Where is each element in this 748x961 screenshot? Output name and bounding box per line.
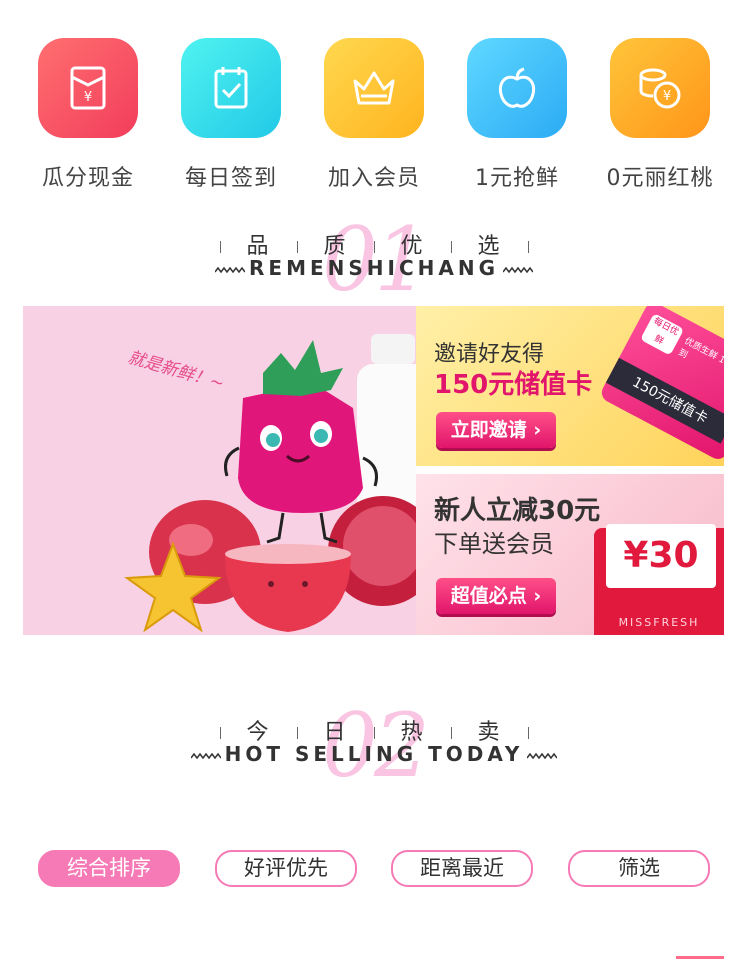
crown-icon	[324, 38, 424, 138]
quick-link-checkin[interactable]: 每日签到	[171, 38, 291, 198]
section-subtitle: HOT SELLING TODAY	[0, 742, 748, 766]
section-header-hot: 02 今 日 热 卖 HOT SELLING TODAY	[0, 694, 748, 797]
section-subtitle: REMENSHICHANG	[0, 256, 748, 280]
quick-link-cash[interactable]: ¥ 瓜分现金	[28, 38, 148, 198]
coupon-value: ¥30	[606, 524, 716, 588]
section-header-quality: 01 品 质 优 选 REMENSHICHANG	[0, 208, 748, 311]
banner-new-user[interactable]: 新人立减30元 下单送会员 超值必点 › ¥30 MISSFRESH	[416, 474, 724, 635]
coin-stack-icon: ¥	[610, 38, 710, 138]
quick-link-fresh[interactable]: 1元抢鲜	[457, 38, 577, 198]
tab-indicator	[676, 956, 724, 959]
banner-invite-friends[interactable]: 邀请好友得 150元储值卡 立即邀请 › 每日优鲜 优质生鲜 1小时到 150元…	[416, 306, 724, 466]
quick-link-member[interactable]: 加入会员	[314, 38, 434, 198]
stored-value-card: 每日优鲜 优质生鲜 1小时到 150元储值卡	[598, 306, 724, 463]
sort-distance-button[interactable]: 距离最近	[391, 850, 533, 887]
section-subtitle-text: HOT SELLING TODAY	[224, 742, 524, 766]
quick-link-label: 加入会员	[327, 166, 420, 191]
invite-now-button[interactable]: 立即邀请 ›	[436, 412, 556, 448]
promo-banner: 就是新鲜！~ 邀请好友得 150元储值卡 立即邀请 › 每日优鲜 优质生鲜 1小…	[23, 306, 724, 635]
zigzag-divider-icon	[215, 266, 245, 273]
coupon-envelope: ¥30 MISSFRESH	[594, 524, 724, 635]
best-deal-button-label: 超值必点	[450, 585, 527, 607]
best-deal-button[interactable]: 超值必点 ›	[436, 578, 556, 614]
sort-filter-bar: 综合排序 好评优先 距离最近 筛选	[0, 850, 748, 890]
section-subtitle-text: REMENSHICHANG	[249, 256, 499, 280]
svg-text:¥: ¥	[663, 89, 671, 104]
zigzag-divider-icon	[503, 266, 533, 273]
quick-link-label: 0元丽红桃	[606, 166, 714, 191]
newuser-title: 新人立减30元	[434, 496, 601, 526]
card-badge: 每日优鲜	[640, 313, 685, 356]
quick-link-label: 瓜分现金	[41, 166, 134, 191]
quick-link-label: 每日签到	[184, 166, 277, 191]
banner-main-fresh[interactable]: 就是新鲜！~	[23, 306, 416, 635]
zigzag-divider-icon	[190, 752, 221, 759]
filter-button[interactable]: 筛选	[568, 850, 710, 887]
newuser-subtitle: 下单送会员	[434, 530, 554, 558]
quick-link-free-peach[interactable]: ¥ 0元丽红桃	[600, 38, 720, 198]
sort-comprehensive-button[interactable]: 综合排序	[38, 850, 180, 887]
invite-now-button-label: 立即邀请	[450, 419, 527, 441]
card-small-text: 优质生鲜 1小时到	[676, 336, 724, 375]
red-envelope-icon: ¥	[38, 38, 138, 138]
quick-link-label: 1元抢鲜	[475, 166, 559, 191]
apple-icon	[467, 38, 567, 138]
quick-links: ¥ 瓜分现金 每日签到 加入会员 1元抢鲜 ¥ 0元丽红桃	[0, 38, 748, 198]
brand-text: MISSFRESH	[618, 616, 700, 629]
invite-highlight: 150元储值卡	[434, 370, 593, 400]
svg-text:¥: ¥	[84, 90, 92, 105]
zigzag-divider-icon	[527, 752, 558, 759]
strawberry-mascot-illustration	[224, 340, 378, 544]
calendar-check-icon	[181, 38, 281, 138]
sort-rating-button[interactable]: 好评优先	[215, 850, 357, 887]
